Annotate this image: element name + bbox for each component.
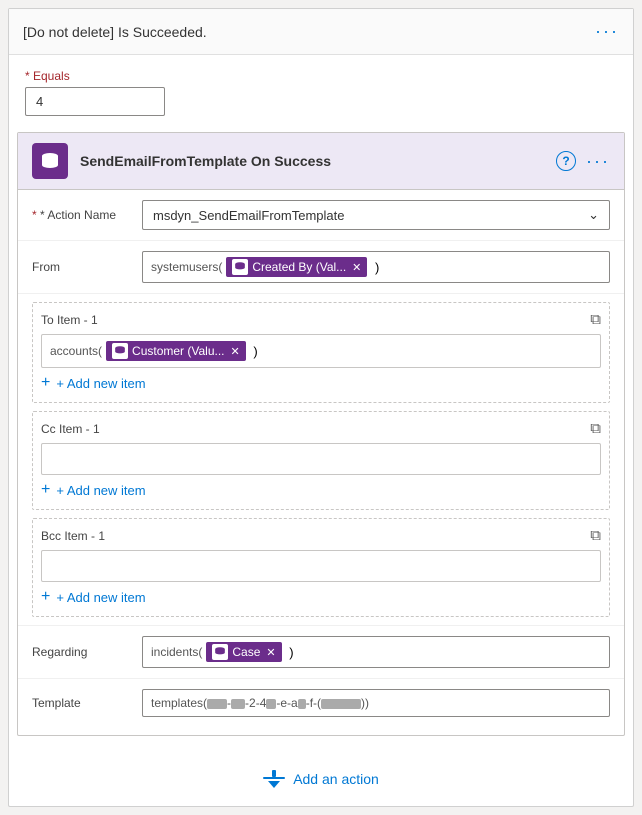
regarding-chip-field[interactable]: incidents( Cas <box>142 636 610 668</box>
cc-label: Cc Item - 1 <box>41 422 100 436</box>
from-chip-field[interactable]: systemusers( C <box>142 251 610 283</box>
template-label: Template <box>32 696 142 710</box>
outer-menu-button[interactable]: ··· <box>595 21 619 42</box>
action-name-value: msdyn_SendEmailFromTemplate ⌄ <box>142 200 610 230</box>
cc-section-header: Cc Item - 1 ⧉ <box>41 420 601 437</box>
from-chip-close[interactable]: ✕ <box>352 261 361 274</box>
equals-label: * Equals <box>25 69 617 83</box>
from-chip-icon <box>232 259 248 275</box>
inner-header: SendEmailFromTemplate On Success ? ··· <box>18 133 624 190</box>
inner-body: * * Action Name msdyn_SendEmailFromTempl… <box>18 190 624 735</box>
add-action-icon <box>263 770 285 788</box>
bcc-input[interactable] <box>41 550 601 582</box>
regarding-row: Regarding incidents( <box>18 625 624 678</box>
add-action-area: Add an action <box>9 746 633 806</box>
db-icon <box>32 143 68 179</box>
to-add-new-item-button[interactable]: + + Add new item <box>41 368 146 394</box>
bcc-label: Bcc Item - 1 <box>41 529 105 543</box>
bcc-copy-icon[interactable]: ⧉ <box>590 527 601 544</box>
to-section-header: To Item - 1 ⧉ <box>41 311 601 328</box>
chevron-down-icon: ⌄ <box>588 207 599 223</box>
from-prefix: systemusers( <box>151 260 222 274</box>
add-action-button[interactable]: Add an action <box>263 770 379 788</box>
bcc-add-new-item-button[interactable]: + + Add new item <box>41 582 146 608</box>
template-row: Template templates(--2-4-e-a-f-()) <box>18 678 624 727</box>
regarding-field: incidents( Cas <box>142 636 610 668</box>
from-row: From systemusers( <box>18 241 624 294</box>
to-chip-icon <box>112 343 128 359</box>
inner-card: SendEmailFromTemplate On Success ? ··· *… <box>17 132 625 736</box>
regarding-chip: Case ✕ <box>206 642 281 662</box>
regarding-label: Regarding <box>32 645 142 659</box>
action-name-row: * * Action Name msdyn_SendEmailFromTempl… <box>18 190 624 241</box>
plus-icon-bcc: + <box>41 588 50 606</box>
cc-copy-icon[interactable]: ⧉ <box>590 420 601 437</box>
template-value[interactable]: templates(--2-4-e-a-f-()) <box>142 689 610 717</box>
regarding-chip-icon <box>212 644 228 660</box>
add-action-label: Add an action <box>293 771 379 787</box>
help-button[interactable]: ? <box>556 151 576 171</box>
equals-section: * Equals <box>9 55 633 126</box>
template-field: templates(--2-4-e-a-f-()) <box>142 689 610 717</box>
copy-icon[interactable]: ⧉ <box>590 311 601 328</box>
to-chip: Customer (Valu... ✕ <box>106 341 246 361</box>
to-section: To Item - 1 ⧉ accounts( <box>32 302 610 403</box>
outer-header-title: [Do not delete] Is Succeeded. <box>23 24 207 40</box>
cc-section: Cc Item - 1 ⧉ + + Add new item <box>32 411 610 510</box>
bcc-section: Bcc Item - 1 ⧉ + + Add new item <box>32 518 610 617</box>
to-prefix: accounts( <box>50 344 102 358</box>
to-input[interactable]: accounts( Customer (Valu... <box>41 334 601 368</box>
to-chip-close[interactable]: ✕ <box>231 345 240 358</box>
inner-card-title: SendEmailFromTemplate On Success <box>80 153 556 169</box>
inner-header-actions: ? ··· <box>556 151 610 172</box>
plus-icon: + <box>41 374 50 392</box>
to-label: To Item - 1 <box>41 313 98 327</box>
cc-input[interactable] <box>41 443 601 475</box>
from-label: From <box>32 260 142 274</box>
from-chip: Created By (Val... ✕ <box>226 257 367 277</box>
regarding-prefix: incidents( <box>151 645 202 659</box>
inner-menu-button[interactable]: ··· <box>586 151 610 172</box>
cc-add-new-item-button[interactable]: + + Add new item <box>41 475 146 501</box>
regarding-chip-close[interactable]: ✕ <box>266 646 275 659</box>
outer-card: [Do not delete] Is Succeeded. ··· * Equa… <box>8 8 634 807</box>
from-field: systemusers( C <box>142 251 610 283</box>
action-name-label: * * Action Name <box>32 208 142 222</box>
bcc-section-header: Bcc Item - 1 ⧉ <box>41 527 601 544</box>
plus-icon-cc: + <box>41 481 50 499</box>
equals-input[interactable] <box>25 87 165 116</box>
outer-header: [Do not delete] Is Succeeded. ··· <box>9 9 633 55</box>
action-name-dropdown[interactable]: msdyn_SendEmailFromTemplate ⌄ <box>142 200 610 230</box>
